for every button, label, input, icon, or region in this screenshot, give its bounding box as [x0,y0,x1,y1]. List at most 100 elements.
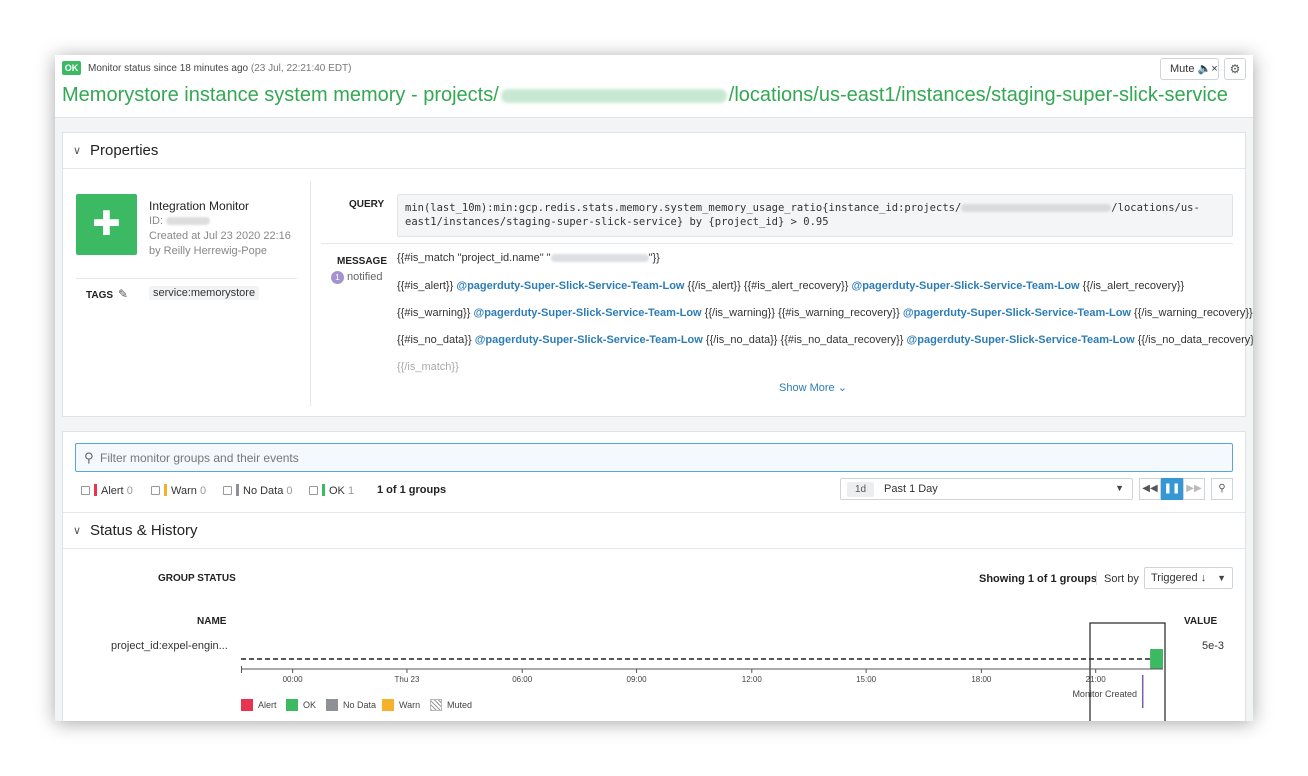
checkbox[interactable] [309,486,318,495]
id-label: ID: [149,215,164,227]
filter-label: OK [329,485,345,497]
search-icon: ⚲ [84,450,94,465]
value-column-header: VALUE [1184,616,1218,627]
pause-icon: ❚❚ [1163,483,1181,494]
integration-id: ID: [149,215,211,227]
fast-forward-icon: ▶▶ [1186,483,1202,494]
pencil-icon[interactable]: ✎ [118,287,128,301]
query-text: east1/instances/staging-super-slick-serv… [405,216,829,228]
checkbox[interactable] [223,486,232,495]
selection-box[interactable] [1089,622,1166,721]
message-line: {{/is_match}} [397,361,459,373]
status-text: Monitor status since 18 minutes ago [88,63,249,74]
message-text: {{#is_no_data_recovery}} [780,334,904,346]
filter-warn[interactable]: Warn 0 [151,484,206,497]
message-text: {{#is_warning}} [397,307,471,319]
properties-header[interactable]: ∨ Properties [63,133,1245,169]
legend-ok: OK [286,699,316,711]
nodata-color-bar [236,484,239,496]
marker-label: Monitor Created [1072,689,1137,699]
ok-segment[interactable] [1150,649,1163,669]
message-text: {{#is_no_data}} [397,334,472,346]
message-text: {{#is_alert_recovery}} [743,280,849,292]
sort-value: Triggered ↓ [1151,572,1207,584]
filter-input[interactable] [100,448,1200,468]
chevron-down-icon: ∨ [73,525,82,537]
created-by: by Reilly Herrewig-Pope [149,245,267,257]
pagerduty-mention[interactable]: @pagerduty-Super-Slick-Service-Team-Low [903,307,1131,319]
message-text: {{/is_warning}} [704,307,776,319]
message-text: {{/is_no_data}} [705,334,778,346]
message-text: {{/is_no_data_recovery}} [1137,334,1253,346]
filter-count: 0 [286,485,293,497]
alert-color-bar [94,484,97,496]
message-text: {{#is_match "project_id.name" " [397,252,551,264]
puzzle-icon: ✚ [76,194,137,255]
filter-no-data[interactable]: No Data 0 [223,484,293,497]
monitor-header: OK Monitor status since 18 minutes ago (… [55,55,1253,118]
status-history-header[interactable]: ∨ Status & History [63,512,1245,549]
pagerduty-mention[interactable]: @pagerduty-Super-Slick-Service-Team-Low [907,334,1135,346]
message-label: MESSAGE [337,256,388,267]
rewind-button[interactable]: ◀◀ [1139,478,1161,500]
status-badge: OK [62,61,81,75]
section-title: Properties [90,142,159,159]
caret-down-icon: ▼ [1115,483,1124,493]
status-time: (23 Jul, 22:21:40 EDT) [250,63,352,74]
time-range-select[interactable]: 1d Past 1 Day ▼ [840,478,1133,500]
legend-warn: Warn [382,699,420,711]
message-text: {{#is_alert}} [397,280,454,292]
zoom-button[interactable]: ⚲ [1211,478,1233,500]
legend-label: OK [303,700,317,710]
tick-label: 09:00 [627,675,648,684]
tick-label: Thu 23 [395,675,420,684]
show-more-link[interactable]: Show More ⌄ [779,381,847,394]
muted-swatch [430,699,442,711]
message-text: {{/is_alert_recovery}} [1082,280,1185,292]
show-more-label: Show More [779,382,835,394]
message-text: {{#is_warning_recovery}} [778,307,900,319]
page-title: Memorystore instance system memory - pro… [62,84,1228,107]
warn-swatch [382,699,394,711]
caret-down-icon: ▼ [1217,573,1226,583]
tag-chip[interactable]: service:memorystore [149,286,260,300]
fast-forward-button[interactable]: ▶▶ [1183,478,1205,500]
alert-swatch [241,699,253,711]
legend-muted: Muted [430,699,472,711]
checkbox[interactable] [151,486,160,495]
groups-panel: ⚲ Alert 0 Warn 0 No Data 0 OK 1 1 of 1 g… [62,431,1246,721]
pagerduty-mention[interactable]: @pagerduty-Super-Slick-Service-Team-Low [473,307,701,319]
pause-button[interactable]: ❚❚ [1161,478,1183,500]
message-line: {{#is_no_data}} @pagerduty-Super-Slick-S… [397,334,1253,346]
tags-label: TAGS [86,290,114,301]
legend-label: Warn [399,700,421,710]
time-chip: 1d [847,482,875,497]
sort-select[interactable]: Triggered ↓ ▼ [1144,567,1233,589]
redacted-id [166,217,211,226]
chevron-down-icon: ⌄ [837,382,847,394]
settings-button[interactable]: ⚙ [1224,58,1246,80]
mute-button[interactable]: Mute 🔈× [1160,58,1219,80]
checkbox[interactable] [81,486,90,495]
mute-label: Mute [1170,63,1195,75]
sort-by-label: Sort by [1104,573,1139,585]
notified-badge: 1 [331,271,344,284]
group-name[interactable]: project_id:expel-engin... [111,640,228,652]
properties-panel: ∨ Properties ✚ Integration Monitor ID: C… [62,132,1253,417]
filter-box[interactable]: ⚲ [75,443,1233,472]
status-timeline[interactable]: 00:00 Thu 23 06:00 09:00 12:00 15:00 18:00 21:0… [241,622,1171,721]
pagerduty-mention[interactable]: @pagerduty-Super-Slick-Service-Team-Low [851,280,1079,292]
redacted-project [961,204,1112,212]
rewind-icon: ◀◀ [1142,483,1158,494]
pagerduty-mention[interactable]: @pagerduty-Super-Slick-Service-Team-Low [456,280,684,292]
ok-color-bar [322,484,325,496]
pagerduty-mention[interactable]: @pagerduty-Super-Slick-Service-Team-Low [475,334,703,346]
ok-swatch [286,699,298,711]
created-at: Created at Jul 23 2020 22:16 [149,230,291,242]
message-line: {{#is_alert}} @pagerduty-Super-Slick-Ser… [397,280,1184,292]
divider [310,181,311,406]
groups-count: 1 of 1 groups [377,484,447,496]
filter-ok[interactable]: OK 1 [309,484,354,497]
filter-alert[interactable]: Alert 0 [81,484,133,497]
divider [1096,571,1097,585]
